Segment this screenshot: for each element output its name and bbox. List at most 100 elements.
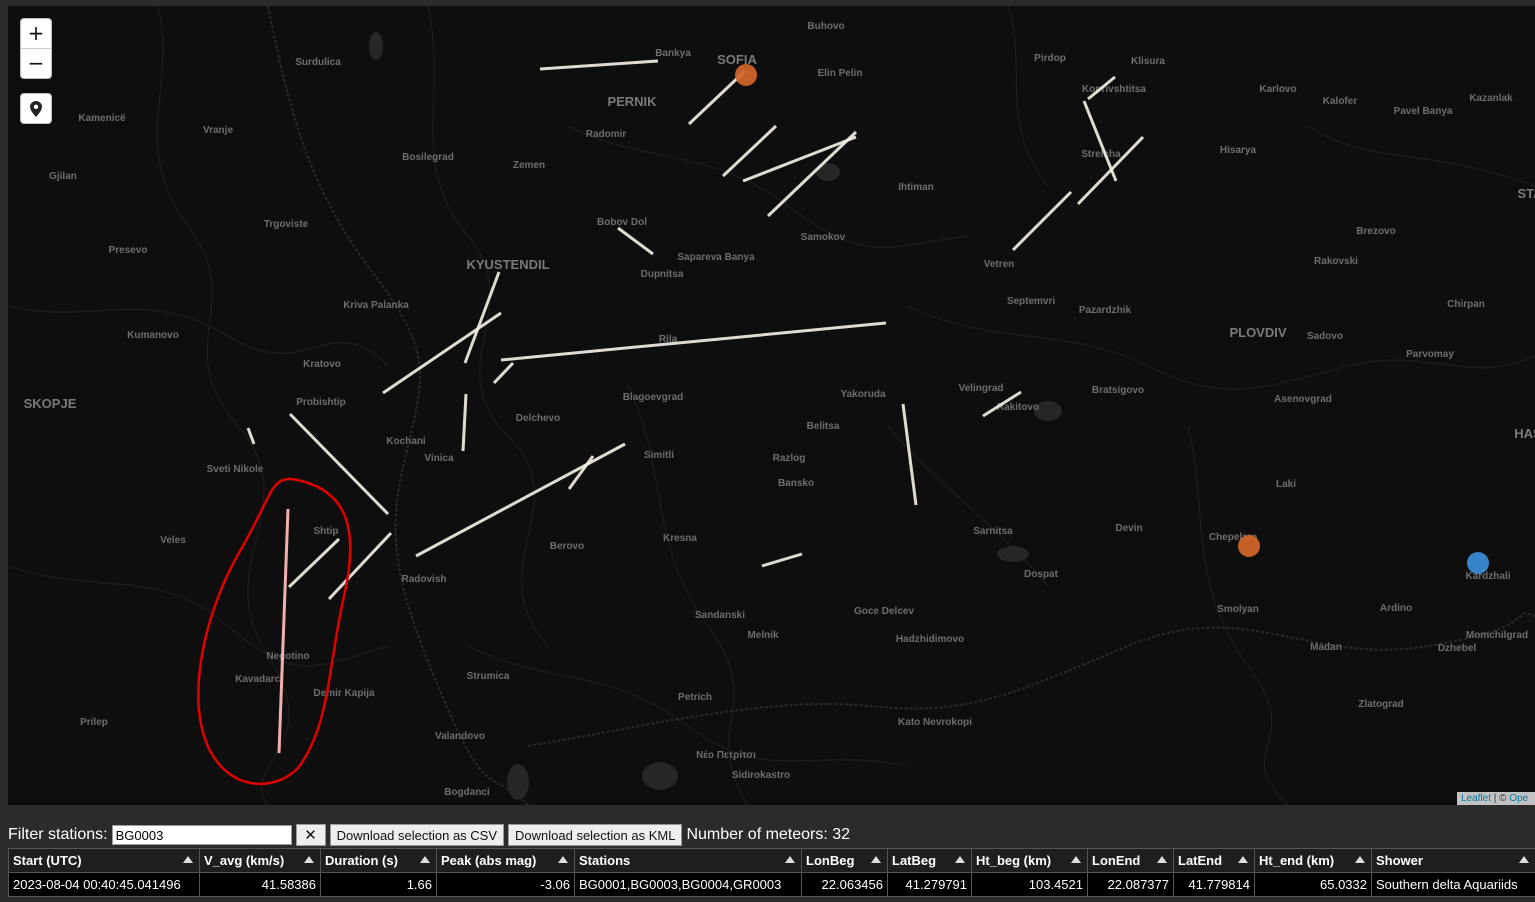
city-label: Bankya <box>655 48 691 59</box>
meteor-track[interactable] <box>461 393 468 452</box>
meteor-track[interactable] <box>1076 135 1145 206</box>
city-label: SOFIA <box>717 52 757 67</box>
city-label: Sidirokastro <box>732 770 790 781</box>
column-header[interactable]: Duration (s) <box>320 848 437 873</box>
meteor-track[interactable] <box>287 537 341 589</box>
sort-arrow-icon[interactable] <box>420 856 430 863</box>
city-label: Samokov <box>801 232 846 243</box>
column-header[interactable]: Start (UTC) <box>8 848 200 873</box>
table-cell: 41.58386 <box>199 872 321 897</box>
column-header[interactable]: LatEnd <box>1173 848 1255 873</box>
selected-meteor-track[interactable] <box>277 508 290 754</box>
meteor-track[interactable] <box>288 412 390 516</box>
column-header[interactable]: LonBeg <box>801 848 888 873</box>
city-label: Blagoevgrad <box>623 392 684 403</box>
sort-arrow-icon[interactable] <box>785 856 795 863</box>
table-cell: Southern delta Aquariids <box>1371 872 1535 897</box>
city-label: Probishtip <box>296 397 345 408</box>
leaflet-link[interactable]: Leaflet <box>1461 793 1491 804</box>
osm-link[interactable]: Ope <box>1509 793 1528 804</box>
column-header[interactable]: Stations <box>574 848 802 873</box>
column-header-label: Duration (s) <box>325 853 398 868</box>
sort-arrow-icon[interactable] <box>1071 856 1081 863</box>
city-label: STA <box>1517 186 1535 201</box>
locate-button[interactable] <box>20 93 52 124</box>
city-label: Karlovo <box>1259 84 1296 95</box>
zoom-out-button[interactable]: − <box>21 48 51 78</box>
column-header[interactable]: Peak (abs mag) <box>436 848 575 873</box>
filter-stations-input[interactable] <box>111 825 292 845</box>
zoom-in-button[interactable]: + <box>21 19 51 48</box>
column-header[interactable]: Shower <box>1371 848 1535 873</box>
meteor-track[interactable] <box>766 130 858 218</box>
meteor-track[interactable] <box>761 552 803 568</box>
sort-arrow-icon[interactable] <box>1157 856 1167 863</box>
column-header[interactable]: Ht_end (km) <box>1254 848 1372 873</box>
meteor-track[interactable] <box>492 361 515 385</box>
city-label: Sveti Nikole <box>207 464 264 475</box>
meteor-track[interactable] <box>539 59 659 71</box>
table-cell: BG0001,BG0003,BG0004,GR0003 <box>574 872 802 897</box>
meteor-track[interactable] <box>617 226 654 256</box>
column-header-label: Shower <box>1376 853 1423 868</box>
clear-filter-button[interactable]: ✕ <box>295 824 326 846</box>
city-label: Strumica <box>467 671 510 682</box>
map-base: SOFIA PERNIK KYUSTENDIL SKOPJE PLOVDIV Bankya… <box>8 6 1535 805</box>
zoom-control: + − <box>20 18 52 79</box>
city-label: Sarnitsa <box>973 526 1013 537</box>
city-label: Goce Delcev <box>854 606 914 617</box>
table-row[interactable]: 2023-08-04 00:40:45.041496 41.58386 1.66 -3… <box>8 872 1535 897</box>
station-marker[interactable] <box>735 64 757 86</box>
download-kml-button[interactable]: Download selection as KML <box>508 824 683 846</box>
column-header-label: LonBeg <box>806 853 855 868</box>
sort-arrow-icon[interactable] <box>304 856 314 863</box>
city-label: Pirdop <box>1034 53 1066 64</box>
sort-arrow-icon[interactable] <box>1238 856 1248 863</box>
city-label: Vetren <box>984 259 1015 270</box>
table-cell: 41.279791 <box>887 872 972 897</box>
city-label: Brezovo <box>1356 226 1395 237</box>
download-csv-button[interactable]: Download selection as CSV <box>329 824 505 846</box>
meteor-map[interactable]: SOFIA PERNIK KYUSTENDIL SKOPJE PLOVDIV Bankya… <box>8 6 1535 805</box>
column-header[interactable]: LatBeg <box>887 848 972 873</box>
column-header[interactable]: LonEnd <box>1087 848 1174 873</box>
station-marker[interactable] <box>1467 552 1489 574</box>
map-marker-icon <box>30 100 42 117</box>
sort-arrow-icon[interactable] <box>558 856 568 863</box>
city-label: Vranje <box>203 125 233 136</box>
city-label: Bogdanci <box>444 787 490 798</box>
station-marker[interactable] <box>1238 535 1260 557</box>
city-label: Ardino <box>1380 603 1412 614</box>
column-header-label: LonEnd <box>1092 853 1141 868</box>
city-label: Trgoviste <box>264 219 309 230</box>
sort-arrow-icon[interactable] <box>955 856 965 863</box>
city-label: Smolyan <box>1217 604 1259 615</box>
city-label: Vinica <box>424 453 454 464</box>
sort-arrow-icon[interactable] <box>183 856 193 863</box>
city-label: Zlatograd <box>1358 699 1404 710</box>
meteor-track[interactable] <box>721 124 778 178</box>
meteor-track[interactable] <box>327 531 393 601</box>
sort-arrow-icon[interactable] <box>1519 856 1529 863</box>
table-header-row: Start (UTC) V_avg (km/s) Duration (s) Peak … <box>8 848 1535 873</box>
meteor-track[interactable] <box>382 311 502 395</box>
map-attribution: Leaflet | © Ope <box>1457 792 1535 805</box>
meteor-track[interactable] <box>1011 190 1073 252</box>
sort-arrow-icon[interactable] <box>871 856 881 863</box>
city-label: Razlog <box>773 453 806 464</box>
meteor-track[interactable] <box>500 321 887 362</box>
table-cell: 22.063456 <box>801 872 888 897</box>
city-label: Kardzhali <box>1465 571 1510 582</box>
city-label: Klisura <box>1131 56 1165 67</box>
city-label: Veles <box>160 535 186 546</box>
sort-arrow-icon[interactable] <box>1355 856 1365 863</box>
city-label: Kratovo <box>303 359 341 370</box>
city-label: Asenovgrad <box>1274 394 1332 405</box>
city-label: Bosilegrad <box>402 152 454 163</box>
city-label: Sadovo <box>1307 331 1343 342</box>
column-header[interactable]: V_avg (km/s) <box>199 848 321 873</box>
city-label: Parvomay <box>1406 349 1454 360</box>
column-header[interactable]: Ht_beg (km) <box>971 848 1088 873</box>
city-label: Rakovski <box>1314 256 1358 267</box>
city-label: Presevo <box>109 245 148 256</box>
